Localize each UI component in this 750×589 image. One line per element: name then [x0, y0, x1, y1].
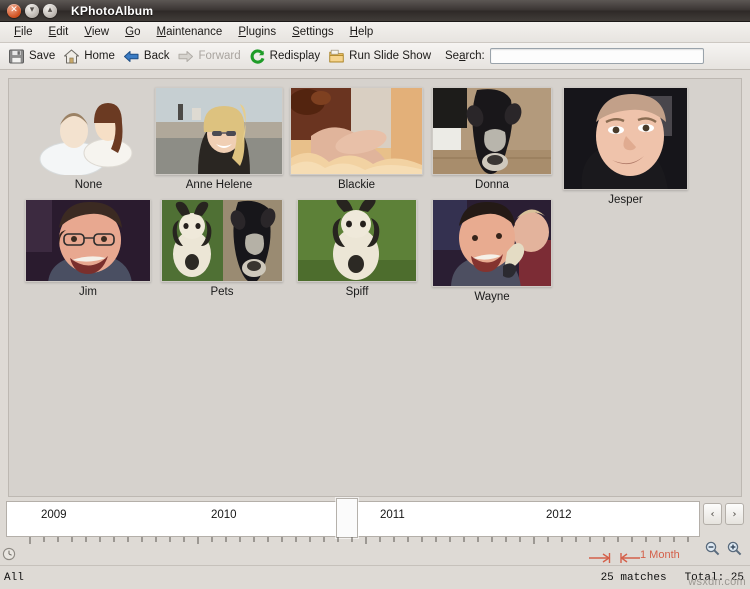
maximize-glyph: ▴: [47, 5, 53, 15]
year-label-2009: 2009: [41, 509, 67, 521]
date-bar[interactable]: 2009 2010 2011 2012 1 Month ‹ ›: [0, 497, 750, 565]
home-button[interactable]: Home: [61, 47, 121, 66]
clock-icon[interactable]: [2, 547, 16, 566]
thumbnail-grid: None Anne Helene Blackie Donna Jesper Jim Pets…: [9, 79, 741, 496]
date-zoom-out-button[interactable]: [702, 541, 722, 560]
menu-plugins[interactable]: Plugins: [230, 24, 284, 40]
thumbnail-image: [155, 87, 283, 175]
slideshow-folder-icon: [328, 48, 345, 65]
menu-view[interactable]: View: [76, 24, 117, 40]
thumbnail-image: [432, 199, 552, 287]
browser-item-label: Donna: [475, 179, 509, 191]
year-label-2010: 2010: [211, 509, 237, 521]
refresh-icon: [249, 48, 266, 65]
range-start-arrow-icon: [620, 551, 642, 569]
browser-item-label: Jesper: [608, 194, 643, 206]
zoom-in-icon: [726, 540, 743, 562]
save-label: Save: [29, 50, 56, 62]
redisplay-label: Redisplay: [269, 50, 321, 62]
floppy-disk-icon: [8, 48, 25, 65]
minimize-glyph: ▾: [29, 5, 35, 15]
thumbnail-image: [563, 87, 688, 190]
status-left-text: All: [4, 571, 24, 584]
arrow-left-icon: [123, 48, 140, 65]
forward-button[interactable]: Forward: [175, 47, 246, 66]
browser-item[interactable]: Jim: [25, 199, 151, 298]
browser-item[interactable]: Spiff: [297, 199, 417, 298]
run-slideshow-label: Run Slide Show: [349, 50, 431, 62]
watermark: wsxdn.com: [688, 576, 746, 588]
year-label-2011: 2011: [380, 509, 405, 521]
status-matches: 25 matches: [600, 571, 667, 584]
date-next-button[interactable]: ›: [725, 503, 744, 525]
date-zoom-in-button[interactable]: [724, 541, 744, 560]
thumbnail-image: [290, 87, 423, 175]
browser-item[interactable]: Wayne: [432, 199, 552, 303]
chevron-left-icon: ‹: [710, 508, 715, 520]
browser-item-label: Anne Helene: [185, 179, 253, 191]
thumbnail-image: [25, 199, 151, 282]
home-label: Home: [84, 50, 115, 62]
menu-settings[interactable]: Settings: [284, 24, 342, 40]
menu-edit[interactable]: Edit: [41, 24, 77, 40]
save-button[interactable]: Save: [6, 47, 61, 66]
browser-item-label: Wayne: [474, 291, 510, 303]
kphotoalbum-window: ✕ ▾ ▴ KPhotoAlbum File Edit View Go Main…: [0, 0, 750, 589]
browser-item[interactable]: None: [31, 87, 146, 191]
run-slideshow-button[interactable]: Run Slide Show: [326, 47, 437, 66]
thumbnail-image: [161, 199, 283, 282]
maximize-icon[interactable]: ▴: [43, 3, 57, 18]
browser-item[interactable]: Anne Helene: [155, 87, 283, 191]
browser-item-label: Jim: [79, 286, 97, 298]
thumbnail-image: [297, 199, 417, 282]
close-glyph: ✕: [10, 5, 18, 15]
browser-item[interactable]: Blackie: [290, 87, 423, 191]
menu-go[interactable]: Go: [117, 24, 148, 40]
browser-item[interactable]: Pets: [161, 199, 283, 298]
thumbnail-image: [432, 87, 552, 175]
date-prev-button[interactable]: ‹: [703, 503, 722, 525]
browser-item-label: None: [74, 179, 103, 191]
redisplay-button[interactable]: Redisplay: [247, 47, 327, 66]
browser-area: None Anne Helene Blackie Donna Jesper Jim Pets…: [0, 70, 750, 497]
browser-item[interactable]: Donna: [432, 87, 552, 191]
main-toolbar: Save Home Back Forward Redisplay Run Sli…: [0, 43, 750, 70]
browser-item-label: Pets: [210, 286, 234, 298]
minimize-icon[interactable]: ▾: [25, 3, 39, 18]
menu-help[interactable]: Help: [342, 24, 382, 40]
category-browser[interactable]: None Anne Helene Blackie Donna Jesper Jim Pets…: [8, 78, 742, 497]
granularity-label: 1 Month: [640, 549, 680, 561]
zoom-out-icon: [704, 540, 721, 562]
menu-maintenance[interactable]: Maintenance: [148, 24, 230, 40]
arrow-right-icon: [177, 48, 194, 65]
year-label-2012: 2012: [546, 509, 572, 521]
menu-bar: File Edit View Go Maintenance Plugins Se…: [0, 22, 750, 43]
browser-item-label: Blackie: [337, 179, 376, 191]
menu-file[interactable]: File: [6, 24, 41, 40]
range-end-arrow-icon: [588, 551, 614, 569]
chevron-right-icon: ›: [732, 508, 737, 520]
browser-item[interactable]: Jesper: [563, 87, 688, 206]
window-title: KPhotoAlbum: [71, 3, 154, 18]
date-cursor-handle[interactable]: [336, 498, 358, 538]
search-input[interactable]: [489, 48, 704, 64]
forward-label: Forward: [198, 50, 241, 62]
title-bar: ✕ ▾ ▴ KPhotoAlbum: [0, 0, 750, 22]
search-label: Search:: [445, 50, 485, 62]
generic-people-icon: [31, 87, 146, 175]
close-icon[interactable]: ✕: [7, 3, 21, 18]
browser-item-label: Spiff: [345, 286, 369, 298]
back-button[interactable]: Back: [121, 47, 176, 66]
house-icon: [63, 48, 80, 65]
back-label: Back: [143, 50, 170, 62]
